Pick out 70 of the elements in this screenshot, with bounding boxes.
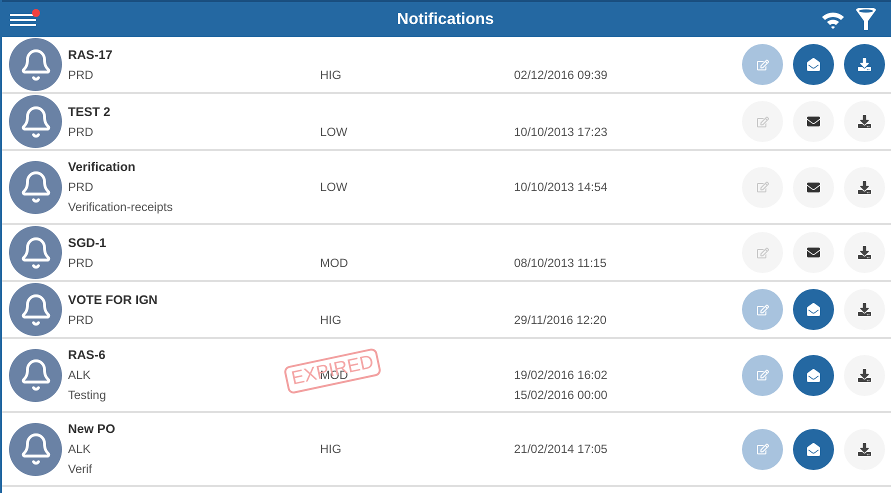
notification-note: Verif	[68, 461, 92, 478]
download-button[interactable]	[844, 166, 885, 208]
notification-code: PRD	[68, 66, 94, 84]
window-title: Notifications	[396, 10, 495, 30]
edit-icon	[756, 246, 768, 258]
open-envelope-icon	[807, 442, 820, 456]
notification-title: TEST 2	[68, 104, 110, 120]
download-icon	[858, 368, 871, 382]
notification-code: PRD	[68, 124, 94, 140]
open-envelope-icon	[807, 58, 820, 71]
notification-code: PRD	[68, 179, 94, 196]
edit-icon	[756, 58, 768, 70]
edit-icon	[756, 304, 768, 316]
mail-button[interactable]	[793, 354, 834, 396]
notification-priority: HIG	[320, 66, 342, 84]
notification-date: 29/11/2016 12:20	[514, 312, 607, 328]
filter-icon[interactable]	[855, 8, 877, 32]
notification-date: 02/12/2016 09:39	[514, 66, 608, 84]
mail-button[interactable]	[793, 166, 834, 208]
notification-note: Verification-receipts	[68, 199, 173, 216]
download-button[interactable]	[844, 289, 885, 330]
notification-date: 19/02/2016 16:02	[514, 367, 608, 384]
notification-code: PRD	[68, 254, 94, 272]
download-button[interactable]	[844, 232, 885, 273]
mail-button[interactable]	[793, 44, 834, 85]
notification-priority: MOD	[320, 254, 348, 272]
download-icon	[858, 180, 871, 194]
edit-icon	[756, 181, 768, 193]
notification-priority: LOW	[320, 124, 348, 140]
notification-title: Verification	[68, 159, 136, 176]
notification-note: Testing	[68, 387, 106, 404]
envelope-icon	[807, 115, 820, 128]
download-button[interactable]	[844, 428, 885, 470]
envelope-icon	[807, 180, 820, 194]
envelope-icon	[807, 246, 820, 259]
notification-priority: HIG	[320, 441, 342, 458]
download-icon	[858, 246, 871, 259]
download-button[interactable]	[844, 44, 885, 85]
notification-title: New PO	[68, 421, 116, 438]
open-envelope-icon	[807, 368, 820, 382]
notification-title: RAS-17	[68, 46, 112, 64]
notification-date: 15/02/2016 00:00	[514, 387, 608, 404]
edit-icon	[756, 369, 768, 381]
download-icon	[858, 58, 871, 71]
edit-icon	[756, 443, 768, 455]
download-icon	[858, 115, 871, 128]
wifi-icon	[821, 10, 845, 28]
download-button[interactable]	[844, 354, 885, 396]
notification-title: RAS-6	[68, 347, 106, 364]
notification-date: 21/02/2014 17:05	[514, 441, 608, 458]
mail-button[interactable]	[793, 428, 834, 470]
mail-button[interactable]	[793, 289, 834, 330]
download-icon	[858, 303, 871, 316]
notification-title: VOTE FOR IGN	[68, 292, 158, 308]
notification-title: SGD-1	[68, 234, 106, 252]
notification-priority: LOW	[320, 179, 348, 196]
notification-date: 10/10/2013 17:23	[514, 124, 608, 140]
open-envelope-icon	[807, 303, 820, 316]
mail-button[interactable]	[793, 232, 834, 273]
download-button[interactable]	[844, 101, 885, 142]
mail-button[interactable]	[793, 101, 834, 142]
notification-code: ALK	[68, 367, 91, 384]
notification-code: PRD	[68, 312, 94, 328]
notification-date: 10/10/2013 14:54	[514, 179, 608, 196]
notification-date: 08/10/2013 11:15	[514, 254, 607, 272]
edit-icon	[756, 116, 768, 128]
download-icon	[858, 442, 871, 456]
notification-priority: HIG	[320, 312, 342, 328]
notification-code: ALK	[68, 441, 91, 458]
menu-icon	[10, 12, 36, 26]
